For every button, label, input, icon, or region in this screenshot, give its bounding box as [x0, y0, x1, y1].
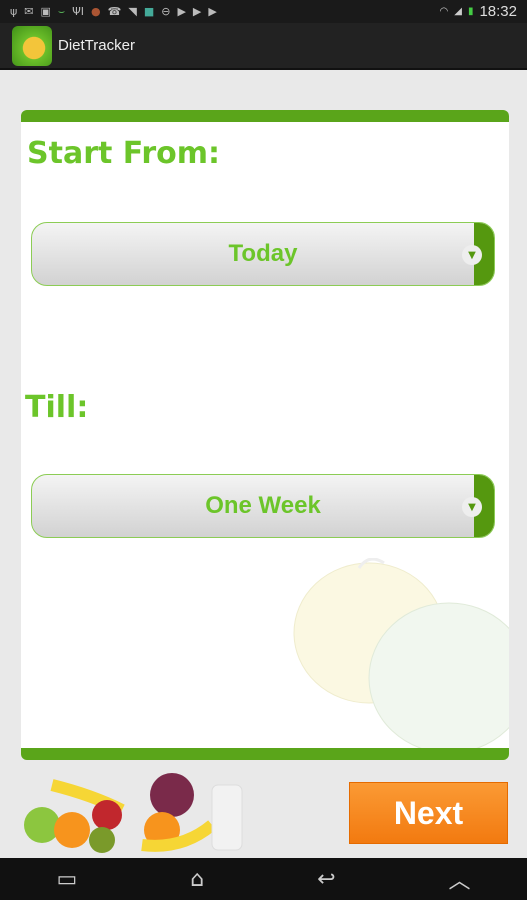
fruit-image	[24, 773, 243, 853]
home-icon[interactable]: ⌂	[190, 867, 204, 892]
play-store-icon: ▶	[208, 4, 217, 18]
image-icon: ▣	[40, 4, 51, 18]
app-logo-icon[interactable]	[12, 25, 52, 66]
back-icon[interactable]: ↩	[317, 867, 335, 892]
app-title: DietTracker	[58, 37, 135, 54]
wifi-icon: ◠	[439, 6, 449, 17]
missed-call-icon: ☎	[107, 4, 122, 18]
status-bar: ψ ✉ ▣ ⌣ ΨΙ ● ☎ ◥ ■ ⊖ ▶ ▶ ▶ ◠ ◢ ▮ 18:32	[0, 0, 527, 23]
block-icon: ⊖	[161, 4, 171, 18]
mail-icon: ✉	[24, 4, 34, 18]
start-from-spinner[interactable]: Today ▼	[31, 222, 495, 286]
dropdown-arrow-icon: ▼	[462, 497, 482, 517]
app-icon: ■	[143, 4, 155, 18]
plant-icon: ⌣	[57, 4, 66, 18]
till-spinner[interactable]: One Week ▼	[31, 474, 495, 538]
next-button[interactable]: Next	[349, 782, 508, 844]
chevron-up-icon[interactable]: ︿	[448, 863, 470, 895]
battery-icon: ▮	[467, 6, 474, 17]
action-bar: DietTracker	[0, 23, 527, 70]
start-from-label: Start From:	[27, 136, 221, 171]
apples-watermark-icon	[293, 558, 509, 748]
play-store-icon: ▶	[177, 4, 186, 18]
till-value: One Week	[205, 492, 321, 519]
usb-icon: ψ	[10, 4, 18, 18]
till-label: Till:	[25, 390, 89, 425]
recent-apps-icon[interactable]: ▭	[56, 867, 77, 892]
signal-icon: ◢	[454, 6, 462, 17]
navigation-bar: ▭ ⌂ ↩ ︿	[0, 858, 527, 900]
fruit-icon: ●	[91, 4, 101, 18]
clock: 18:32	[479, 3, 517, 20]
send-icon: ◥	[128, 4, 137, 18]
start-from-value: Today	[228, 240, 298, 267]
dropdown-arrow-icon: ▼	[462, 245, 482, 265]
date-range-card: Start From: Today ▼ Till: One Week ▼	[21, 110, 509, 760]
fork-icon: ΨΙ	[72, 4, 85, 18]
play-store-icon: ▶	[192, 4, 202, 18]
